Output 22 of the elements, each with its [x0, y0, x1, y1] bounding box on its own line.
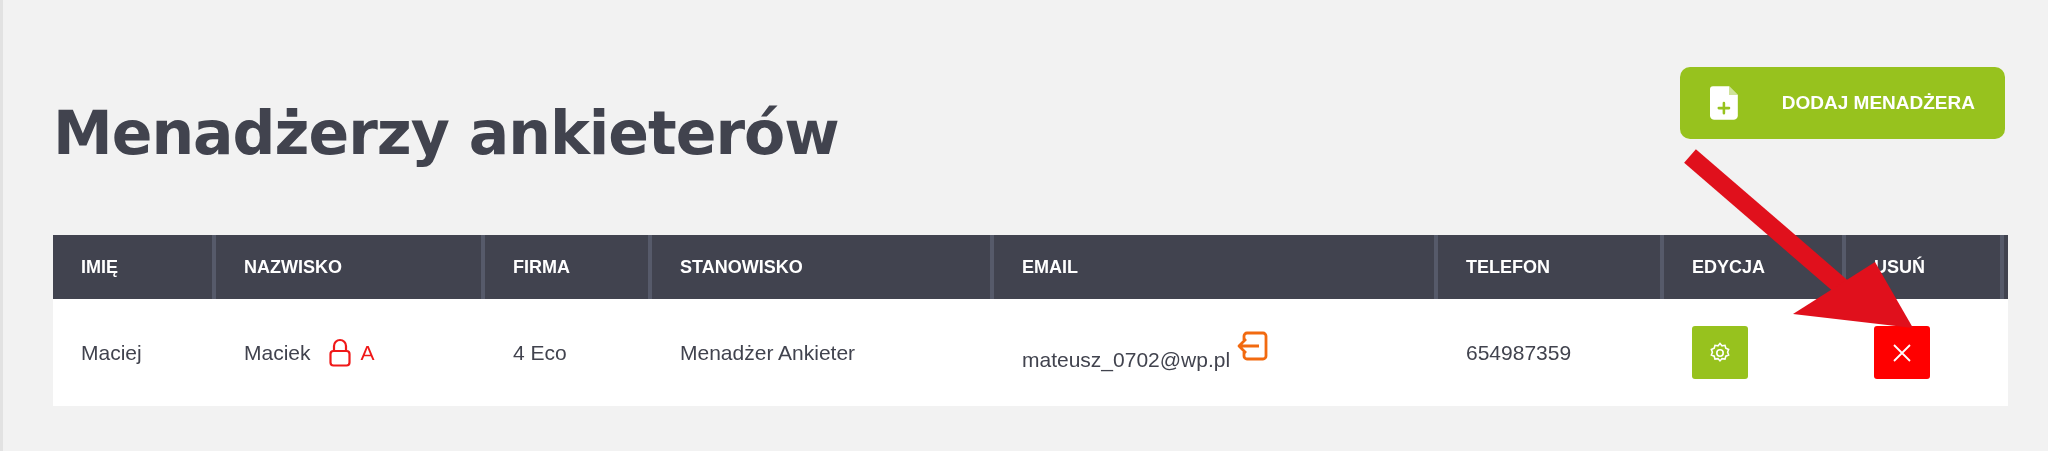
column-header: IMIĘ	[81, 256, 118, 278]
table-cell: 4 Eco	[513, 340, 567, 365]
close-icon	[1893, 343, 1911, 362]
table-cell: Maciej	[81, 340, 142, 365]
add-manager-button[interactable]: DODAJ MENADŻERA	[1680, 66, 2005, 139]
delete-button[interactable]	[1874, 326, 1930, 379]
column-header: EDYCJA	[1692, 256, 1766, 278]
column-header: EMAIL	[1022, 256, 1078, 278]
table-cell: Maciek	[244, 340, 311, 365]
column-header: FIRMA	[513, 256, 570, 278]
column-header: STANOWISKO	[680, 256, 803, 278]
page-title: Menadżerzy ankieterów	[53, 97, 839, 168]
role-letter: A	[360, 340, 375, 365]
table-cell: 654987359	[1466, 340, 1572, 365]
table-cell: Menadżer Ankieter	[680, 340, 856, 365]
login-icon[interactable]	[1236, 330, 1269, 361]
settings-icon	[1708, 340, 1732, 365]
padlock-icon[interactable]	[328, 338, 351, 367]
table-cell: mateusz_0702@wp.pl	[1022, 347, 1231, 372]
column-header: TELEFON	[1466, 256, 1550, 278]
edit-button[interactable]	[1692, 326, 1748, 379]
column-header: NAZWISKO	[244, 256, 342, 278]
